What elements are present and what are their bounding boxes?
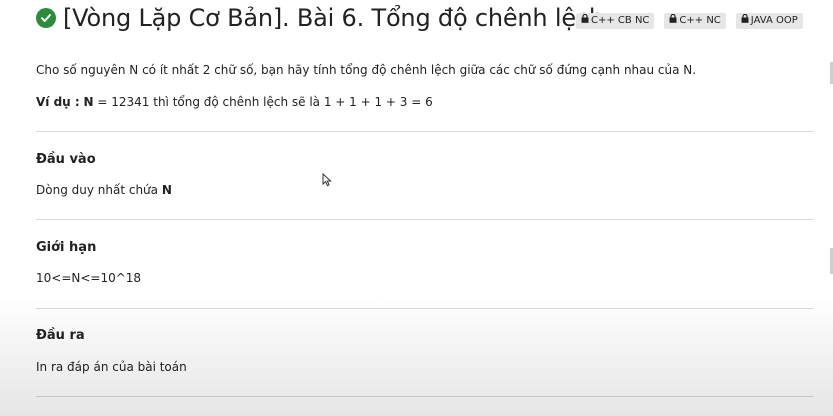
mouse-pointer-icon (322, 172, 332, 191)
constraints-text: 10<=N<=10^18 (36, 271, 142, 285)
tag-cpp-nc[interactable]: C++ NC (664, 13, 726, 29)
problem-statement: Cho số nguyên N có ít nhất 2 chữ số, bạn… (36, 63, 697, 77)
divider (36, 131, 814, 132)
example-label: Ví dụ : (36, 95, 80, 109)
problem-title-row: [Vòng Lặp Cơ Bản]. Bài 6. Tổng độ chênh … (36, 4, 604, 32)
constraints-heading: Giới hạn (36, 240, 97, 255)
tag-label: C++ CB NC (591, 15, 650, 26)
divider (36, 396, 814, 397)
output-text: In ra đáp án của bài toán (36, 360, 187, 374)
input-text: Dòng duy nhất chứa (36, 183, 162, 197)
input-description: Dòng duy nhất chứa N (36, 183, 172, 197)
lock-icon (669, 13, 677, 29)
bottom-shadow (0, 296, 833, 416)
solved-check-icon (36, 8, 56, 28)
tag-cpp-cb-nc[interactable]: C++ CB NC (576, 13, 655, 29)
course-tags: C++ CB NC C++ NC JAVA OOP (576, 13, 803, 29)
input-var: N (161, 183, 172, 197)
divider (36, 308, 814, 309)
input-heading: Đầu vào (36, 152, 96, 167)
lock-icon (581, 13, 589, 29)
output-heading: Đầu ra (36, 328, 85, 343)
tag-label: C++ NC (679, 15, 721, 26)
tag-label: JAVA OOP (750, 15, 798, 26)
tag-java-oop[interactable]: JAVA OOP (735, 13, 803, 29)
lock-icon (741, 13, 749, 29)
example-line: Ví dụ : N = 12341 thì tổng độ chênh lệch… (36, 95, 433, 109)
divider (36, 219, 814, 220)
example-var: N (83, 95, 94, 109)
example-text: = 12341 thì tổng độ chênh lệch sẽ là 1 +… (93, 95, 433, 109)
problem-title: [Vòng Lặp Cơ Bản]. Bài 6. Tổng độ chênh … (63, 4, 604, 32)
